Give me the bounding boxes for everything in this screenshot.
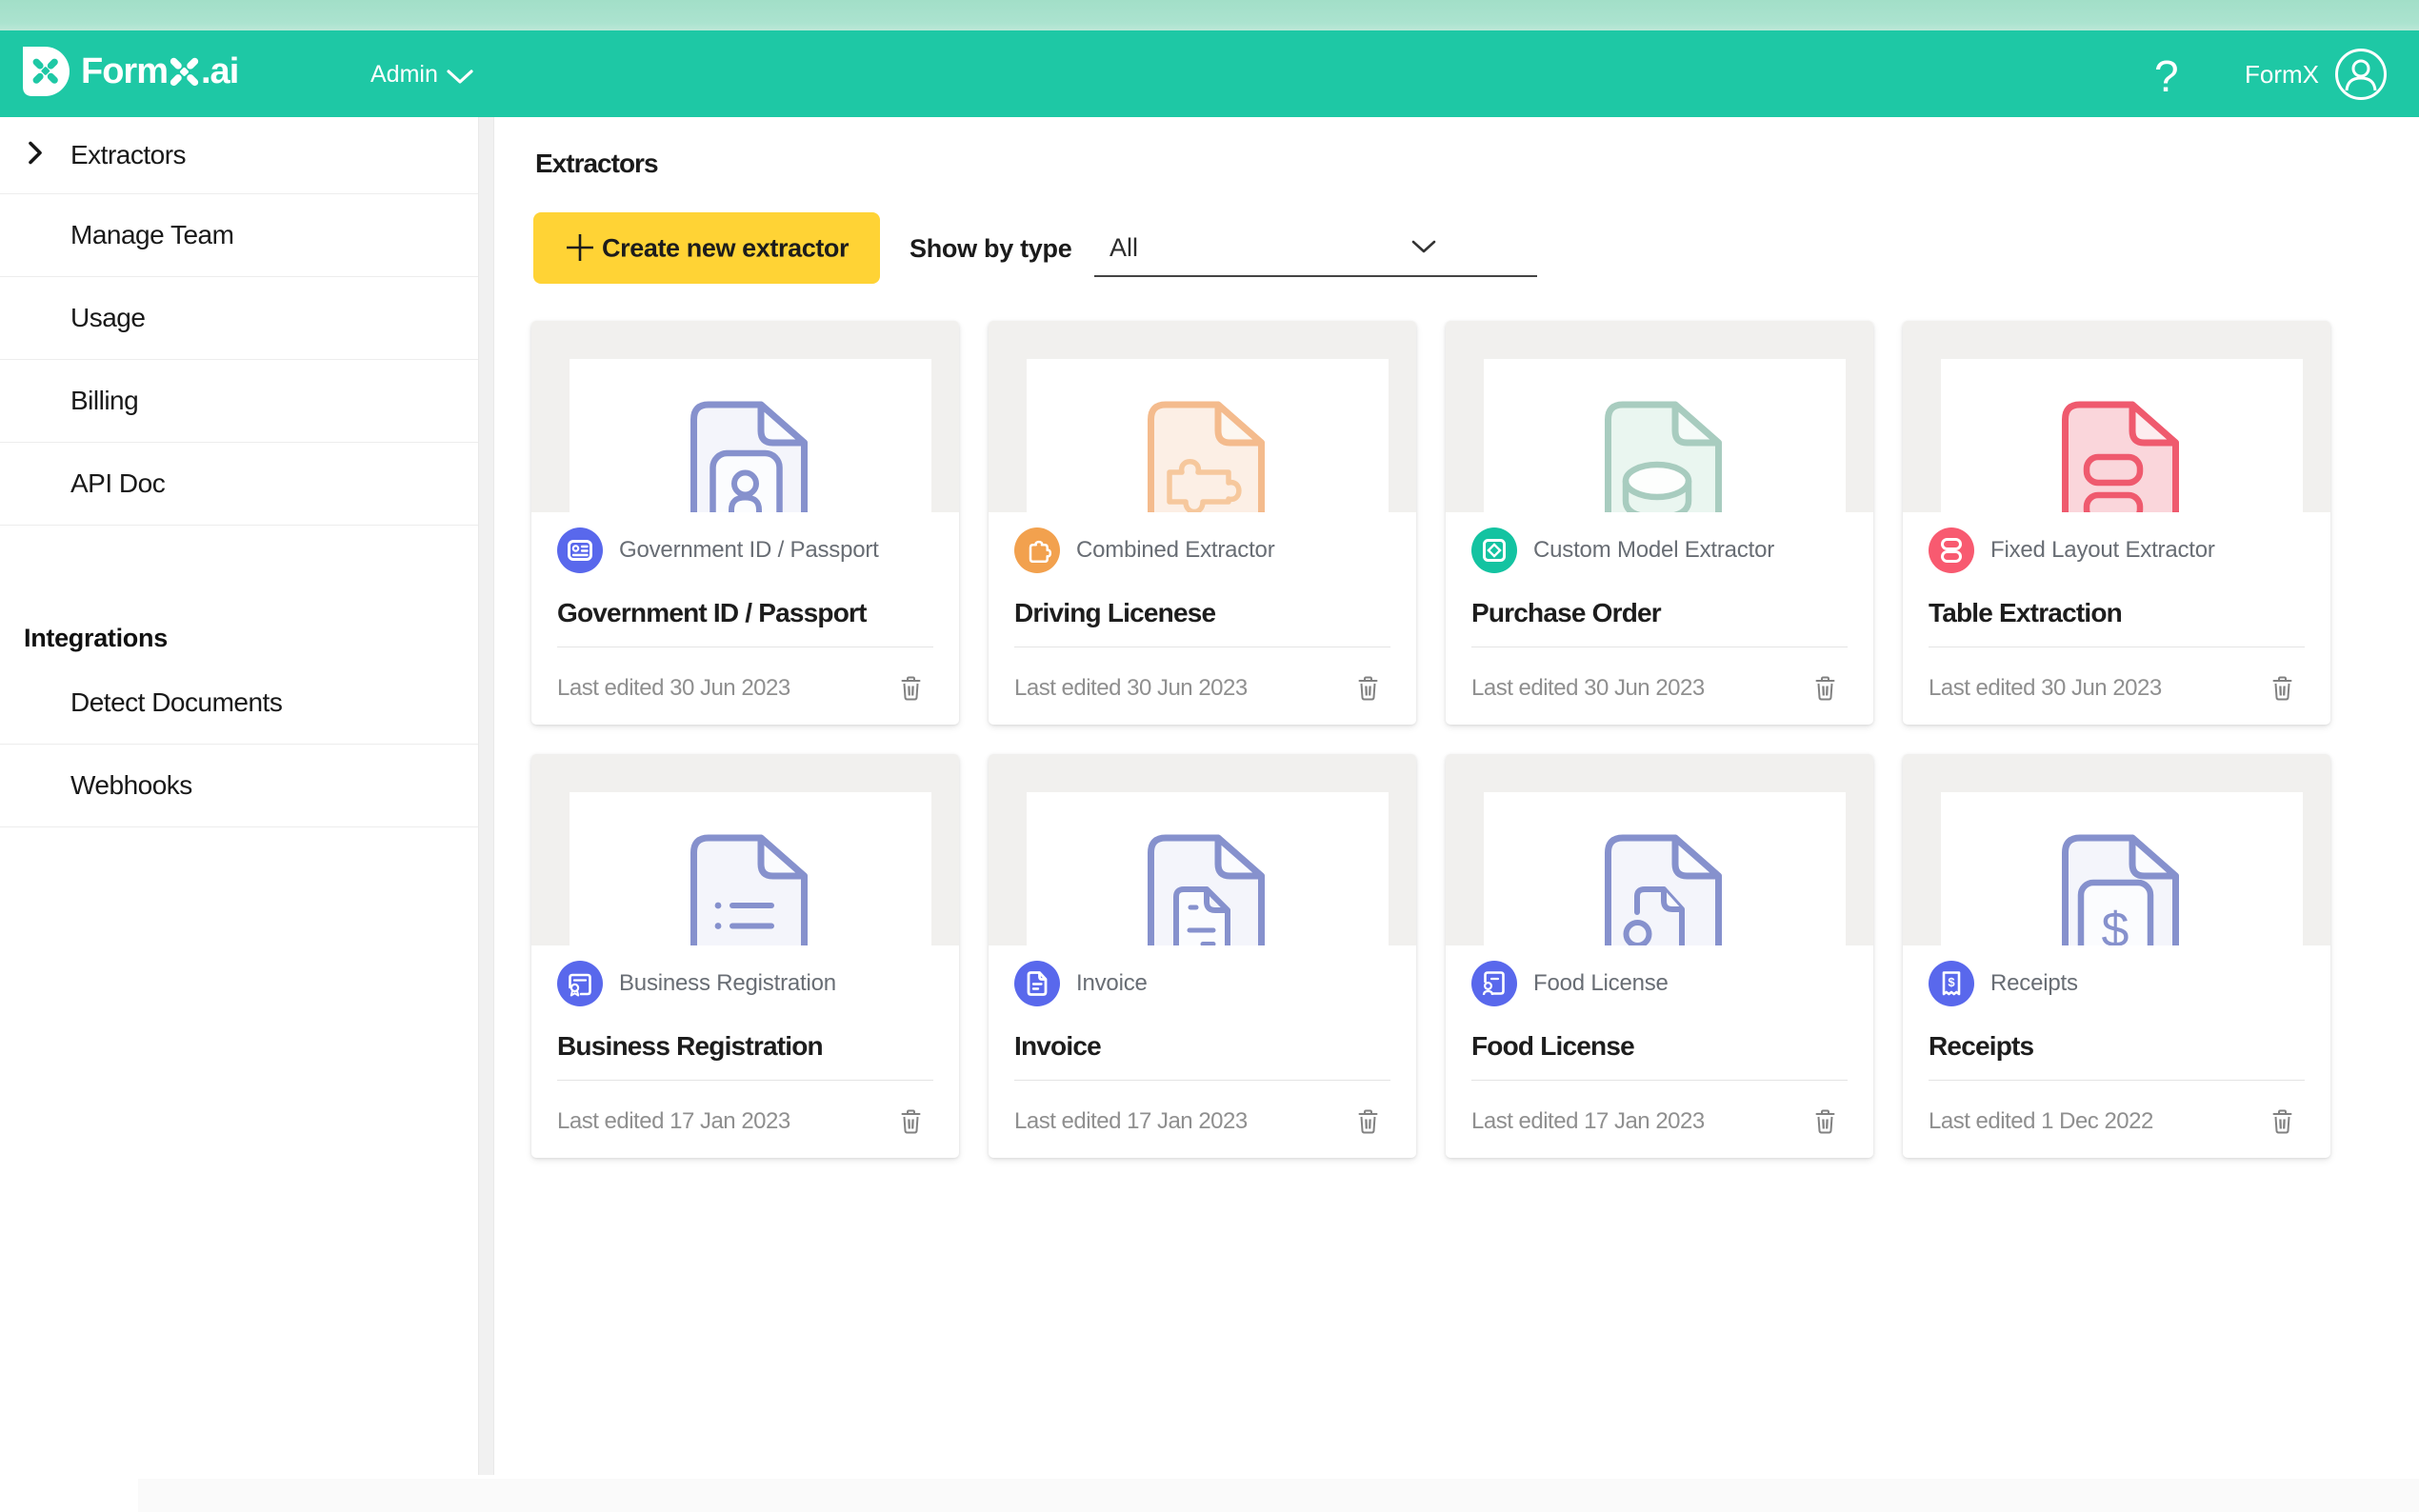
- svg-text:$: $: [1948, 975, 1955, 989]
- svg-text:$: $: [2102, 903, 2129, 945]
